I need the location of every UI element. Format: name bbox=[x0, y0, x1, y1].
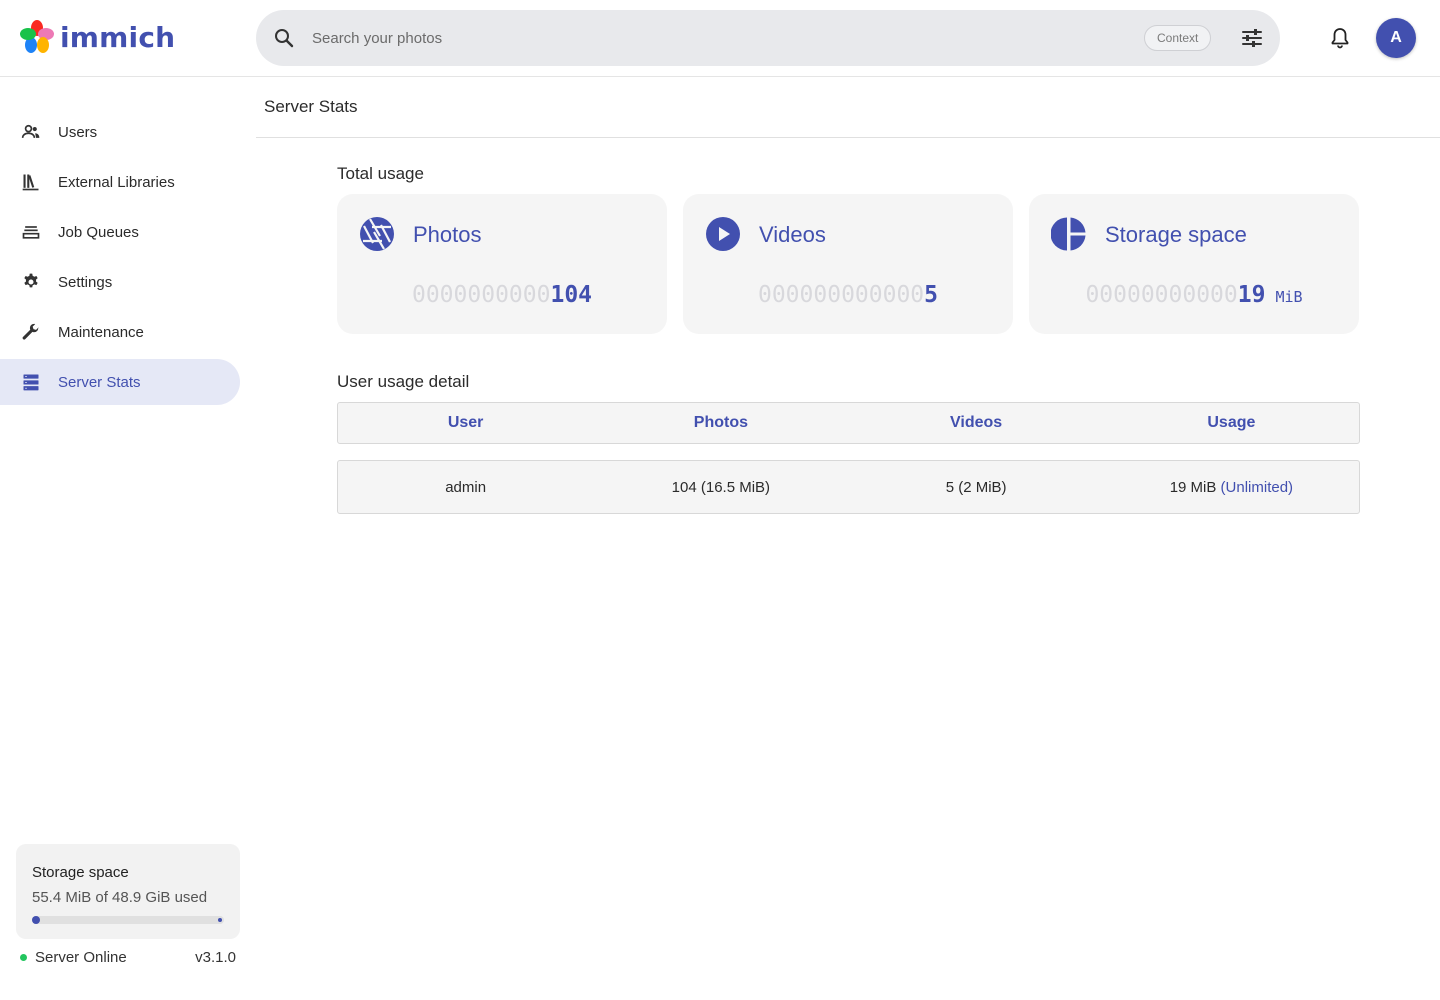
immich-logo-icon bbox=[20, 20, 54, 53]
camera-iris-icon bbox=[360, 217, 394, 251]
count-padding: 00000000000 bbox=[1085, 282, 1238, 308]
page-title: Server Stats bbox=[264, 97, 358, 116]
user-usage-title: User usage detail bbox=[337, 372, 470, 391]
sidebar-item-label: External Libraries bbox=[58, 173, 175, 191]
storage-amount: 0000000000019 MiB bbox=[1029, 282, 1359, 308]
usage-amount: 19 MiB bbox=[1169, 478, 1217, 496]
storage-unit: MiB bbox=[1275, 288, 1303, 306]
sidebar-item-settings[interactable]: Settings bbox=[0, 259, 240, 305]
storage-bar-end bbox=[218, 918, 222, 922]
storage-progress-bar bbox=[32, 916, 224, 924]
page-header: Server Stats bbox=[256, 77, 1440, 138]
sidebar-item-label: Settings bbox=[58, 273, 113, 291]
column-header-usage: Usage bbox=[1207, 414, 1256, 431]
user-avatar[interactable]: A bbox=[1376, 18, 1416, 58]
column-header-photos: Photos bbox=[693, 414, 748, 431]
play-circle-icon bbox=[706, 217, 740, 251]
cell-usage: 19 MiB (Unlimited) bbox=[1104, 479, 1359, 496]
storage-progress-fill bbox=[32, 916, 40, 924]
sidebar-item-users[interactable]: Users bbox=[0, 109, 240, 155]
count-padding: 0000000000 bbox=[411, 282, 551, 308]
sidebar-item-job-queues[interactable]: Job Queues bbox=[0, 209, 240, 255]
server-version[interactable]: v3.1.0 bbox=[195, 949, 236, 966]
search-input[interactable] bbox=[312, 10, 1132, 66]
search-icon[interactable] bbox=[272, 26, 296, 50]
storage-title: Storage space bbox=[32, 864, 129, 881]
count-value: 5 bbox=[924, 282, 939, 308]
app-name: immich bbox=[60, 20, 176, 54]
tune-filter-icon[interactable] bbox=[1240, 26, 1264, 50]
sidebar-item-label: Maintenance bbox=[58, 323, 144, 341]
job-queues-icon bbox=[20, 221, 42, 243]
table-row: admin 104 (16.5 MiB) 5 (2 MiB) 19 MiB (U… bbox=[337, 460, 1360, 514]
search-bar[interactable]: Context bbox=[256, 10, 1280, 66]
column-header-videos: Videos bbox=[950, 414, 1003, 431]
online-status-dot bbox=[20, 954, 27, 961]
sidebar-item-label: Users bbox=[58, 123, 98, 141]
storage-stat-card: Storage space 0000000000019 MiB bbox=[1029, 194, 1359, 334]
chart-pie-icon bbox=[1051, 217, 1086, 251]
storage-used-text: 55.4 MiB of 48.9 GiB used bbox=[32, 889, 208, 906]
sidebar-item-label: Server Stats bbox=[58, 373, 141, 391]
top-bar: immich Context A bbox=[0, 0, 1440, 77]
count-value: 19 bbox=[1237, 282, 1266, 308]
notifications-bell-icon[interactable] bbox=[1328, 26, 1352, 50]
usage-table-header: User Photos Videos Usage bbox=[337, 402, 1360, 444]
server-icon bbox=[20, 371, 42, 393]
photos-count: 0000000000104 bbox=[337, 282, 667, 308]
sidebar-item-external-libraries[interactable]: External Libraries bbox=[0, 159, 240, 205]
cell-photos: 104 (16.5 MiB) bbox=[671, 478, 771, 496]
videos-card-label: Videos bbox=[759, 222, 826, 247]
sidebar-item-maintenance[interactable]: Maintenance bbox=[0, 309, 240, 355]
cell-videos: 5 (2 MiB) bbox=[945, 478, 1007, 496]
videos-stat-card: Videos 0000000000005 bbox=[683, 194, 1013, 334]
storage-card-label: Storage space bbox=[1105, 222, 1247, 247]
wrench-icon bbox=[20, 321, 42, 343]
gear-icon bbox=[20, 271, 42, 293]
column-header-user: User bbox=[447, 414, 484, 431]
count-value: 104 bbox=[550, 282, 593, 308]
server-status: Server Online v3.1.0 bbox=[20, 949, 236, 966]
cell-user: admin bbox=[445, 478, 487, 496]
context-search-button[interactable]: Context bbox=[1144, 25, 1212, 51]
total-usage-title: Total usage bbox=[337, 164, 424, 183]
server-status-text: Server Online bbox=[35, 949, 127, 966]
count-padding: 000000000000 bbox=[757, 282, 925, 308]
sidebar-item-label: Job Queues bbox=[58, 223, 139, 241]
users-icon bbox=[20, 121, 42, 143]
photos-stat-card: Photos 0000000000104 bbox=[337, 194, 667, 334]
sidebar-item-server-stats[interactable]: Server Stats bbox=[0, 359, 240, 405]
admin-sidebar: Users External Libraries Job Queues Sett… bbox=[0, 77, 256, 1000]
storage-space-card: Storage space 55.4 MiB of 48.9 GiB used bbox=[16, 844, 240, 939]
photos-card-label: Photos bbox=[413, 222, 482, 247]
quota-label: (Unlimited) bbox=[1220, 478, 1294, 496]
app-logo[interactable]: immich bbox=[20, 20, 175, 54]
library-icon bbox=[20, 171, 42, 193]
videos-count: 0000000000005 bbox=[683, 282, 1013, 308]
